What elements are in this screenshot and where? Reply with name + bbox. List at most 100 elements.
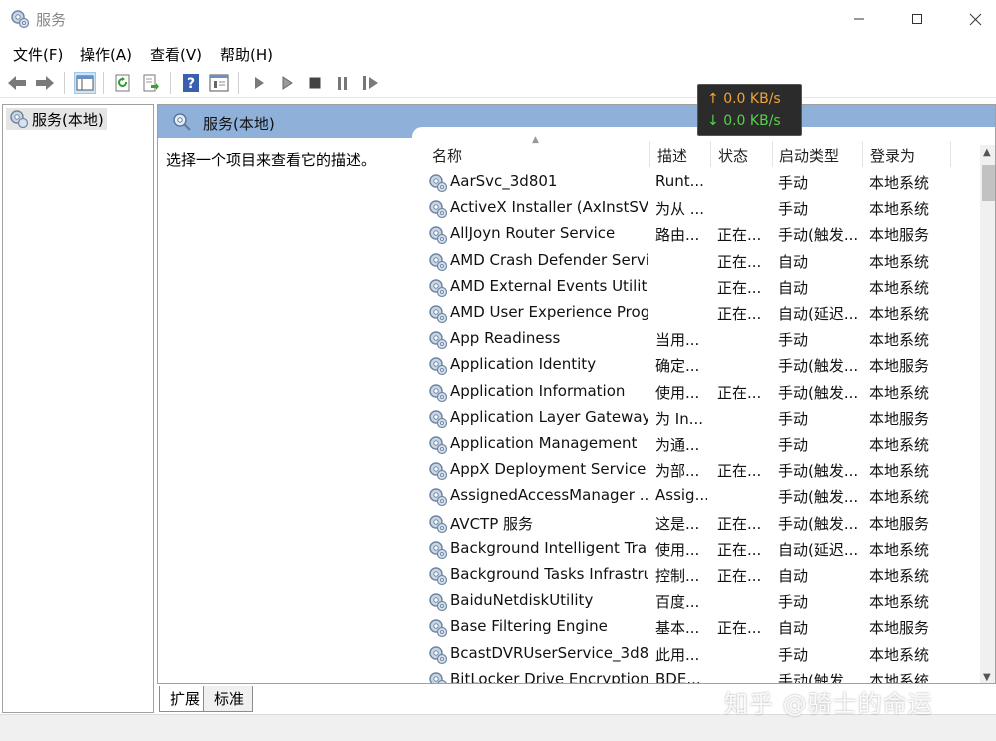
column-divider[interactable] xyxy=(710,141,711,167)
table-row[interactable]: AarSvc_3d801 Runt... 手动 本地系统 xyxy=(412,169,980,195)
table-row[interactable]: Background Tasks Infrastru... 控制... 正在... 自… xyxy=(412,562,980,588)
toolbar-separator xyxy=(238,72,239,94)
help-icon: ? xyxy=(183,74,199,92)
service-status: 正在... xyxy=(717,383,762,402)
service-name: AssignedAccessManager ... xyxy=(450,486,648,505)
back-button[interactable] xyxy=(6,72,28,94)
show-hide-console-tree-button[interactable] xyxy=(74,72,96,94)
service-startup-type: 手动(触发... xyxy=(778,383,859,402)
table-row[interactable]: BaiduNetdiskUtility 百度... 手动 本地系统 xyxy=(412,588,980,614)
start-service-alt-button[interactable] xyxy=(276,72,298,94)
tab-standard[interactable]: 标准 xyxy=(203,686,254,712)
description-pane: 选择一个项目来查看它的描述。 xyxy=(166,151,377,169)
table-row[interactable]: AVCTP 服务 这是... 正在... 手动(触发... 本地服务 xyxy=(412,510,980,536)
menu-action[interactable]: 操作(A) xyxy=(80,44,132,65)
maximize-button[interactable] xyxy=(888,0,946,38)
refresh-button[interactable] xyxy=(112,72,134,94)
forward-button[interactable] xyxy=(34,72,56,94)
menu-file[interactable]: 文件(F) xyxy=(13,44,63,65)
service-gear-icon xyxy=(429,514,448,533)
panel-header-title: 服务(本地) xyxy=(203,115,275,133)
table-row[interactable]: AMD Crash Defender Servi... 正在... 自动 本地系统 xyxy=(412,248,980,274)
service-name: Application Information xyxy=(450,381,626,400)
table-row[interactable]: Background Intelligent Tra... 使用... 正在... 自… xyxy=(412,536,980,562)
column-divider[interactable] xyxy=(862,141,863,167)
service-log-on-as: 本地服务 xyxy=(869,357,930,376)
service-description: 使用... xyxy=(655,540,700,559)
play-icon xyxy=(255,77,264,89)
table-row[interactable]: AppX Deployment Service ... 为部... 正在... 手动(… xyxy=(412,457,980,483)
table-row[interactable]: Application Identity 确定... 手动(触发... 本地服务 xyxy=(412,352,980,378)
table-row[interactable]: Application Information 使用... 正在... 手动(触发..… xyxy=(412,379,980,405)
scrollbar-thumb[interactable] xyxy=(982,165,995,201)
service-startup-type: 自动 xyxy=(778,619,809,638)
table-row[interactable]: AMD User Experience Prog... 正在... 自动(延迟...… xyxy=(412,300,980,326)
stop-service-button[interactable] xyxy=(304,72,326,94)
service-startup-type: 自动(延迟... xyxy=(778,540,859,559)
menu-view[interactable]: 查看(V) xyxy=(150,44,202,65)
table-row[interactable]: App Readiness 当用... 手动 本地系统 xyxy=(412,326,980,352)
service-startup-type: 自动(延迟... xyxy=(778,305,859,323)
service-log-on-as: 本地系统 xyxy=(869,488,930,507)
close-button[interactable] xyxy=(946,0,996,38)
table-row[interactable]: BcastDVRUserService_3d8... 此用... 手动 本地系统 xyxy=(412,641,980,667)
vertical-scrollbar[interactable]: ▲ ▼ xyxy=(980,145,995,683)
search-services-icon xyxy=(173,113,191,131)
menu-help[interactable]: 帮助(H) xyxy=(220,44,273,65)
column-header-name[interactable]: 名称 xyxy=(432,145,462,166)
service-gear-icon xyxy=(429,279,448,297)
column-header-log-on-as[interactable]: 登录为 xyxy=(870,145,915,166)
service-description: 路由... xyxy=(655,226,700,245)
close-icon xyxy=(969,13,981,25)
tab-extended[interactable]: 扩展 xyxy=(159,686,210,712)
table-row[interactable]: Application Layer Gateway ... 为 In... 手动 本地… xyxy=(412,405,980,431)
network-speed-widget[interactable]: ↑ 0.0 KB/s ↓ 0.0 KB/s xyxy=(697,84,802,136)
tree-node-services-local[interactable]: 服务(本地) xyxy=(6,108,107,130)
column-header-description[interactable]: 描述 xyxy=(657,145,687,166)
services-app-icon xyxy=(11,10,30,29)
service-gear-icon xyxy=(429,672,447,683)
export-list-button[interactable] xyxy=(140,72,162,94)
toolbar-separator xyxy=(64,72,65,94)
table-row[interactable]: Application Management 为通... 手动 本地系统 xyxy=(412,431,980,457)
table-row[interactable]: BitLocker Drive Encryption ... BDE... 手动(触… xyxy=(412,667,980,683)
service-gear-icon xyxy=(429,410,448,428)
service-gear-icon xyxy=(429,436,448,455)
scroll-up-icon[interactable]: ▲ xyxy=(983,147,991,158)
help-button[interactable]: ? xyxy=(180,72,202,94)
table-row[interactable]: ActiveX Installer (AxInstSV) 为从 ... 手动 本地系统 xyxy=(412,195,980,221)
service-status: 正在... xyxy=(717,305,762,323)
minimize-button[interactable] xyxy=(830,0,888,38)
download-arrow-icon: ↓ xyxy=(707,113,724,129)
column-divider[interactable] xyxy=(950,141,951,167)
table-row[interactable]: AssignedAccessManager ... Assig... 手动(触发..… xyxy=(412,483,980,509)
service-gear-icon xyxy=(429,645,448,664)
service-log-on-as: 本地服务 xyxy=(869,409,930,428)
service-status: 正在... xyxy=(717,462,762,481)
column-header-status[interactable]: 状态 xyxy=(718,145,748,166)
column-divider[interactable] xyxy=(649,141,650,167)
service-gear-icon xyxy=(429,305,448,324)
restart-service-button[interactable] xyxy=(360,72,382,94)
properties-button[interactable] xyxy=(208,72,230,94)
console-tree-icon xyxy=(76,75,94,91)
table-row[interactable]: AllJoyn Router Service 路由... 正在... 手动(触发...… xyxy=(412,221,980,247)
service-status: 正在... xyxy=(717,619,762,638)
properties-icon xyxy=(209,74,229,92)
service-log-on-as: 本地系统 xyxy=(869,462,930,481)
service-startup-type: 手动 xyxy=(778,645,809,664)
service-name: AMD External Events Utility xyxy=(450,276,648,295)
column-divider[interactable] xyxy=(772,141,773,167)
start-service-button[interactable] xyxy=(248,72,270,94)
toolbar-separator xyxy=(103,72,104,94)
pause-service-button[interactable] xyxy=(332,72,354,94)
service-description: 百度... xyxy=(655,593,700,612)
service-name: App Readiness xyxy=(450,329,561,348)
service-name: AarSvc_3d801 xyxy=(450,172,558,190)
table-row[interactable]: AMD External Events Utility 正在... 自动 本地系统 xyxy=(412,274,980,300)
scroll-down-icon[interactable]: ▼ xyxy=(983,672,991,683)
service-startup-type: 手动(触发... xyxy=(778,462,859,481)
service-gear-icon xyxy=(429,252,448,271)
table-row[interactable]: Base Filtering Engine 基本... 正在... 自动 本地服务 xyxy=(412,614,980,640)
column-header-startup-type[interactable]: 启动类型 xyxy=(779,145,839,166)
